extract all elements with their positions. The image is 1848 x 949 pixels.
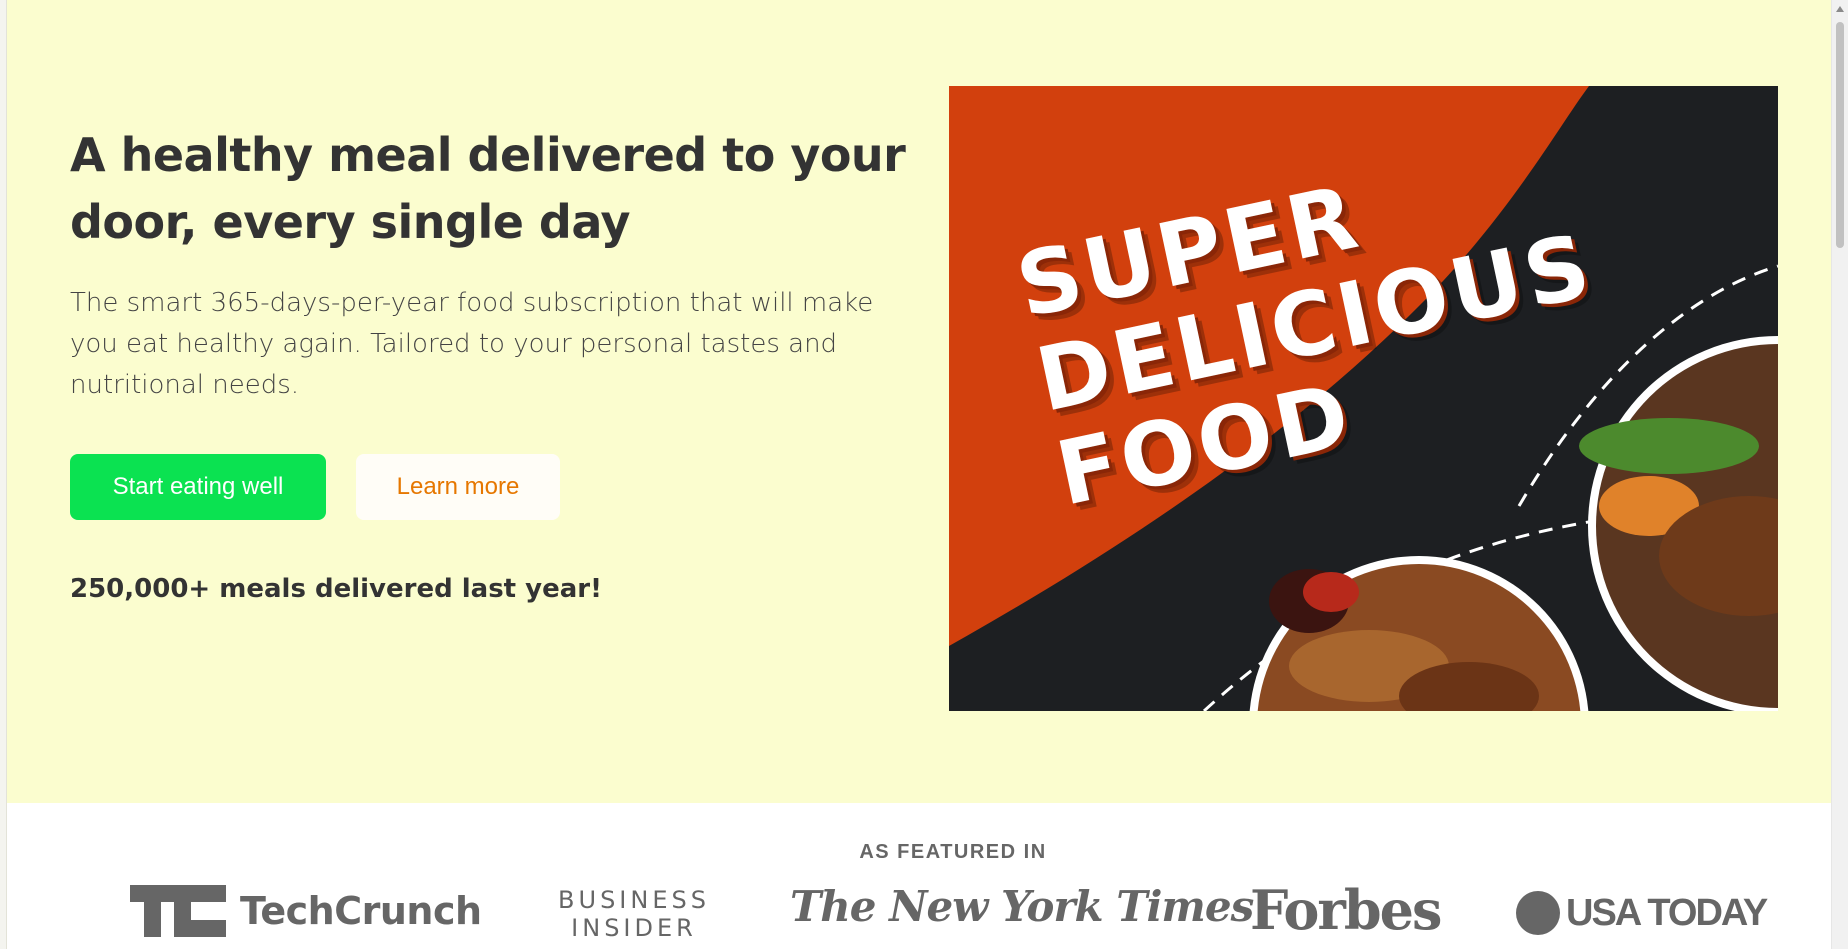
usatoday-dot-icon xyxy=(1516,891,1560,935)
techcrunch-mark-icon xyxy=(130,885,226,937)
hero-description: The smart 365-days-per-year food subscri… xyxy=(70,288,874,400)
hero-heading: A healthy meal delivered to your door, e… xyxy=(70,128,906,249)
business-insider-logo: BUSINESS INSIDER xyxy=(554,886,714,942)
start-eating-button[interactable]: Start eating well xyxy=(70,454,326,520)
window-edge xyxy=(0,0,7,949)
vertical-scrollbar[interactable] xyxy=(1831,0,1848,949)
usatoday-wordmark: USA TODAY xyxy=(1566,891,1768,934)
learn-more-button[interactable]: Learn more xyxy=(356,454,560,520)
usatoday-logo: USA TODAY xyxy=(1516,891,1768,935)
forbes-logo: Forbes xyxy=(1250,878,1442,942)
scroll-up-icon[interactable] xyxy=(1836,6,1844,12)
techcrunch-logo: TechCrunch xyxy=(130,885,482,937)
business-insider-line1: BUSINESS xyxy=(558,886,710,914)
techcrunch-wordmark: TechCrunch xyxy=(240,889,482,933)
business-insider-line2: INSIDER xyxy=(571,914,697,942)
meals-delivered-stat: 250,000+ meals delivered last year! xyxy=(70,574,602,604)
nyt-logo: The New York Times xyxy=(790,882,1254,931)
featured-label: AS FEATURED IN xyxy=(859,841,1047,863)
scrollbar-thumb[interactable] xyxy=(1836,22,1844,248)
page: A healthy meal delivered to your door, e… xyxy=(0,0,1848,949)
promo-image: SUPER DELICIOUS FOOD xyxy=(949,86,1778,711)
